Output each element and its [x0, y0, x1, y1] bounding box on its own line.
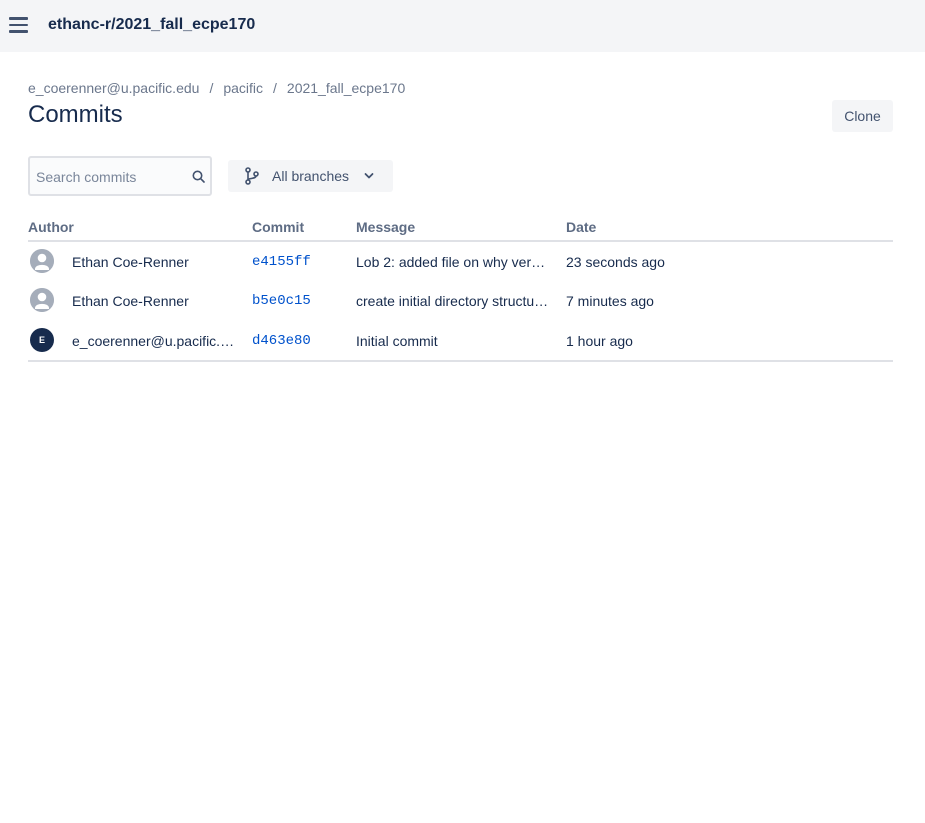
- commit-author: Ethan Coe-Renner: [72, 293, 189, 310]
- commit-hash-link[interactable]: e4155ff: [252, 254, 311, 270]
- branch-icon: [245, 167, 259, 185]
- commits-table: Author Commit Message Date Ethan Coe-Ren…: [28, 212, 893, 362]
- branch-filter-label: All branches: [272, 168, 350, 184]
- commit-message: Lob 2: added file on why ver…: [356, 254, 546, 270]
- repo-title[interactable]: ethanc-r/2021_fall_ecpe170: [48, 16, 255, 34]
- commit-date: 23 seconds ago: [566, 254, 665, 270]
- commit-message: create initial directory structu…: [356, 293, 549, 310]
- default-user-icon[interactable]: [30, 288, 54, 313]
- commit-author: e_coerenner@u.pacific.…: [72, 332, 235, 349]
- table-body: Ethan Coe-Renner e4155ff Lob 2: added fi…: [28, 242, 893, 362]
- table-header: Author Commit Message Date: [28, 212, 893, 242]
- page-title: Commits: [28, 101, 123, 128]
- clone-button[interactable]: Clone: [832, 100, 893, 132]
- breadcrumb-separator: /: [273, 80, 277, 96]
- commit-date: 1 hour ago: [566, 332, 633, 349]
- breadcrumb: e_coerenner@u.pacific.edu / pacific / 20…: [28, 80, 405, 96]
- column-commit: Commit: [252, 219, 305, 235]
- column-author: Author: [28, 219, 74, 235]
- breadcrumb-separator: /: [209, 80, 214, 96]
- commit-message: Initial commit: [356, 332, 438, 349]
- table-row: Ethan Coe-Renner e4155ff Lob 2: added fi…: [28, 242, 893, 281]
- commit-date: 7 minutes ago: [566, 293, 654, 310]
- breadcrumb-repository[interactable]: 2021_fall_ecpe170: [287, 80, 405, 96]
- menu-icon[interactable]: [9, 16, 29, 34]
- column-date: Date: [566, 219, 597, 235]
- commit-hash-link[interactable]: b5e0c15: [252, 293, 311, 309]
- table-row: E e_coerenner@u.pacific.… d463e80 Initia…: [28, 321, 893, 360]
- top-bar: ethanc-r/2021_fall_ecpe170: [0, 0, 925, 52]
- search-icon[interactable]: [192, 170, 205, 183]
- table-row: Ethan Coe-Renner b5e0c15 create initial …: [28, 281, 893, 320]
- breadcrumb-project[interactable]: pacific: [223, 80, 263, 96]
- commit-author: Ethan Coe-Renner: [72, 254, 189, 270]
- commit-hash-link[interactable]: d463e80: [252, 333, 311, 349]
- default-user-icon[interactable]: [30, 249, 54, 273]
- chevron-down-icon: [364, 173, 374, 179]
- search-input[interactable]: [36, 167, 186, 187]
- branch-filter-dropdown[interactable]: All branches: [228, 160, 393, 192]
- avatar[interactable]: E: [30, 327, 54, 352]
- breadcrumb-workspace[interactable]: e_coerenner@u.pacific.edu: [28, 80, 199, 96]
- column-message: Message: [356, 219, 416, 235]
- search-commits-field[interactable]: [28, 156, 212, 196]
